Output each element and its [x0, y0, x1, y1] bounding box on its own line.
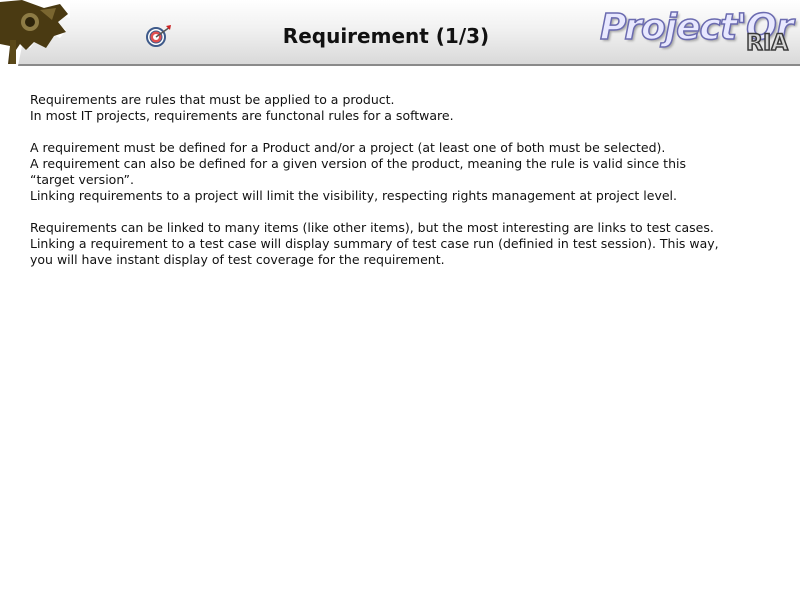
- text-line: Requirements can be linked to many items…: [30, 220, 714, 235]
- paragraph-definition: A requirement must be defined for a Prod…: [30, 140, 790, 204]
- projector-logo-icon: [0, 0, 70, 66]
- text-line: you will have instant display of test co…: [30, 252, 445, 267]
- text-line: Linking requirements to a project will l…: [30, 188, 677, 203]
- text-line: Requirements are rules that must be appl…: [30, 92, 395, 107]
- slide: Requirement (1/3) Project'Or RIA Require…: [0, 0, 800, 600]
- paragraph-links: Requirements can be linked to many items…: [30, 220, 790, 268]
- brand-logo: Project'Or RIA: [598, 4, 798, 62]
- target-icon: [146, 25, 171, 47]
- text-line: A requirement must be defined for a Prod…: [30, 140, 666, 155]
- text-line: In most IT projects, requirements are fu…: [30, 108, 454, 123]
- brand-suffix: RIA: [745, 30, 789, 57]
- text-line: A requirement can also be defined for a …: [30, 156, 686, 171]
- paragraph-intro: Requirements are rules that must be appl…: [30, 92, 790, 124]
- text-line: Linking a requirement to a test case wil…: [30, 236, 719, 251]
- text-line: “target version”.: [30, 172, 135, 187]
- header-bar: Requirement (1/3) Project'Or RIA: [0, 0, 800, 66]
- page-title: Requirement (1/3): [282, 24, 490, 48]
- slide-body: Requirements are rules that must be appl…: [30, 92, 790, 284]
